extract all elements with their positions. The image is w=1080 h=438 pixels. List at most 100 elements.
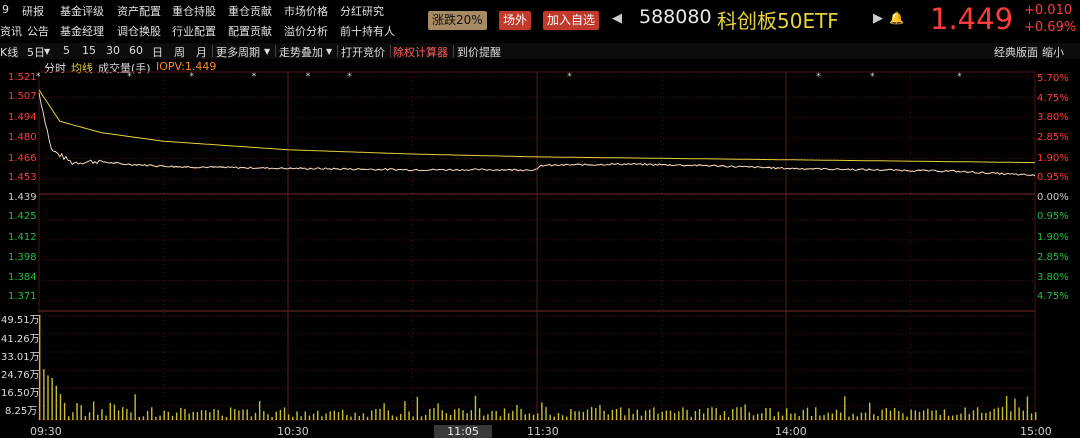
chevron-down-icon[interactable]: ▼ — [44, 47, 50, 56]
chevron-down-icon[interactable]: ▼ — [264, 47, 270, 56]
toolbar-item[interactable]: 60 — [129, 44, 143, 57]
toolbar-item[interactable]: 更多周期 — [216, 44, 260, 60]
legend-volume: 成交量(手) — [98, 62, 151, 75]
toolbar-item[interactable]: 30 — [106, 44, 120, 57]
menu-item[interactable]: 基金经理 — [60, 23, 104, 39]
volume-bar — [437, 403, 439, 420]
y-price-label: 1.371 — [8, 291, 37, 302]
menu-item[interactable]: 公告 — [27, 23, 49, 39]
top-menu-row2: 资讯 公告 基金经理 调仓换股 行业配置 配置贡献 溢价分析 前十持有人 — [0, 23, 400, 39]
volume-bar — [952, 415, 954, 420]
volume-bar — [404, 401, 406, 420]
volume-bar — [644, 410, 647, 420]
next-arrow-icon[interactable]: ▶ — [873, 11, 883, 26]
menu-item[interactable]: 资讯 — [0, 23, 22, 39]
offmarket-badge[interactable]: 场外 — [499, 11, 532, 30]
legend-iopv: IOPV:1.449 — [156, 60, 217, 73]
menu-item[interactable]: 行业配置 — [172, 23, 216, 39]
menu-item[interactable]: 配置贡献 — [228, 23, 272, 39]
y-pct-label: 2.85% — [1037, 132, 1069, 143]
volume-bar — [972, 410, 975, 420]
volume-bar — [379, 408, 381, 420]
x-tick-label: 15:00 — [1020, 425, 1052, 438]
period-toolbar: K线 5日 ▼ 5 15 30 60 日 周 月 更多周期 ▼ 走势叠加 ▼ 打… — [0, 43, 1080, 59]
x-tick-label: 10:30 — [277, 425, 309, 438]
volume-bar — [657, 413, 659, 420]
volume-bar — [615, 408, 618, 420]
y-price-label: 1.425 — [8, 211, 37, 222]
bell-icon[interactable]: 🔔 — [889, 11, 904, 25]
average-line — [38, 89, 1035, 164]
volume-bar — [902, 413, 904, 420]
volume-bar — [794, 413, 796, 420]
news-marker-icon: * — [190, 72, 195, 82]
y-vol-label: 33.01万 — [1, 352, 40, 363]
volume-bar — [429, 408, 431, 420]
toolbar-item[interactable]: 日 — [152, 44, 163, 60]
volume-bar — [205, 410, 207, 420]
menu-item[interactable]: 市场价格 — [284, 3, 328, 19]
news-marker-icon: * — [306, 72, 311, 82]
menu-item[interactable]: 重仓贡献 — [228, 3, 272, 19]
toolbar-item[interactable]: 除权计算器 — [393, 44, 448, 60]
toolbar-item[interactable]: 到价提醒 — [457, 44, 501, 60]
volume-bar — [1010, 411, 1012, 420]
toolbar-item[interactable]: 打开竞价 — [341, 44, 385, 60]
volume-bar — [412, 416, 414, 420]
news-marker-icon: * — [347, 72, 352, 82]
prev-arrow-icon[interactable]: ◀ — [612, 11, 622, 26]
volume-bar — [142, 416, 145, 420]
x-tick-label: 11:30 — [527, 425, 559, 438]
volume-bar — [76, 403, 78, 420]
volume-bar — [88, 412, 91, 420]
volume-bar — [541, 402, 543, 420]
volume-bar — [395, 416, 398, 420]
classic-layout-button[interactable]: 经典版面 — [994, 44, 1038, 60]
volume-bar — [690, 416, 692, 420]
y-price-label: 1.466 — [8, 153, 37, 164]
volume-bar — [1005, 396, 1008, 420]
menu-item[interactable]: 9 — [2, 3, 9, 16]
volume-bar — [213, 409, 215, 420]
limit-badge[interactable]: 涨跌20% — [428, 11, 487, 30]
x-tick-label[interactable]: 11:05 — [434, 425, 492, 438]
menu-item[interactable]: 资产配置 — [117, 3, 161, 19]
add-watchlist-button[interactable]: 加入自选 — [543, 11, 600, 30]
toolbar-item[interactable]: 5 — [63, 44, 70, 57]
volume-bar — [673, 412, 676, 420]
toolbar-item[interactable]: 5日 — [27, 44, 45, 60]
toolbar-item[interactable]: 周 — [174, 44, 185, 60]
toolbar-item[interactable]: 月 — [196, 44, 207, 60]
legend-avg: 均线 — [71, 62, 93, 75]
menu-item[interactable]: 研报 — [22, 3, 44, 19]
volume-bar — [682, 407, 684, 420]
volume-bar — [723, 411, 726, 420]
volume-bar — [964, 407, 966, 420]
volume-bar — [831, 413, 834, 420]
menu-item[interactable]: 分红研究 — [340, 3, 384, 19]
volume-bar — [989, 411, 991, 420]
chevron-down-icon[interactable]: ▼ — [326, 47, 332, 56]
menu-item[interactable]: 基金评级 — [60, 3, 104, 19]
menu-item[interactable]: 溢价分析 — [284, 23, 328, 39]
volume-bar — [138, 416, 140, 420]
x-tick-label: 09:30 — [30, 425, 62, 438]
volume-bar — [229, 407, 232, 420]
zoom-out-button[interactable]: 缩小 — [1042, 44, 1064, 60]
volume-bar — [234, 409, 236, 420]
menu-item[interactable]: 前十持有人 — [340, 23, 395, 39]
volume-bar — [707, 408, 709, 420]
volume-bar — [275, 411, 277, 420]
volume-bar — [997, 407, 1000, 420]
toolbar-item[interactable]: 走势叠加 — [279, 44, 323, 60]
menu-item[interactable]: 重仓持股 — [172, 3, 216, 19]
volume-bar — [786, 408, 788, 420]
volume-bar — [561, 415, 564, 420]
volume-bar — [449, 414, 452, 420]
volume-bar — [968, 413, 970, 420]
volume-bar — [557, 413, 560, 420]
menu-item[interactable]: 调仓换股 — [117, 23, 161, 39]
toolbar-item[interactable]: 15 — [82, 44, 96, 57]
volume-bar — [458, 408, 460, 420]
toolbar-item[interactable]: K线 — [0, 44, 18, 60]
